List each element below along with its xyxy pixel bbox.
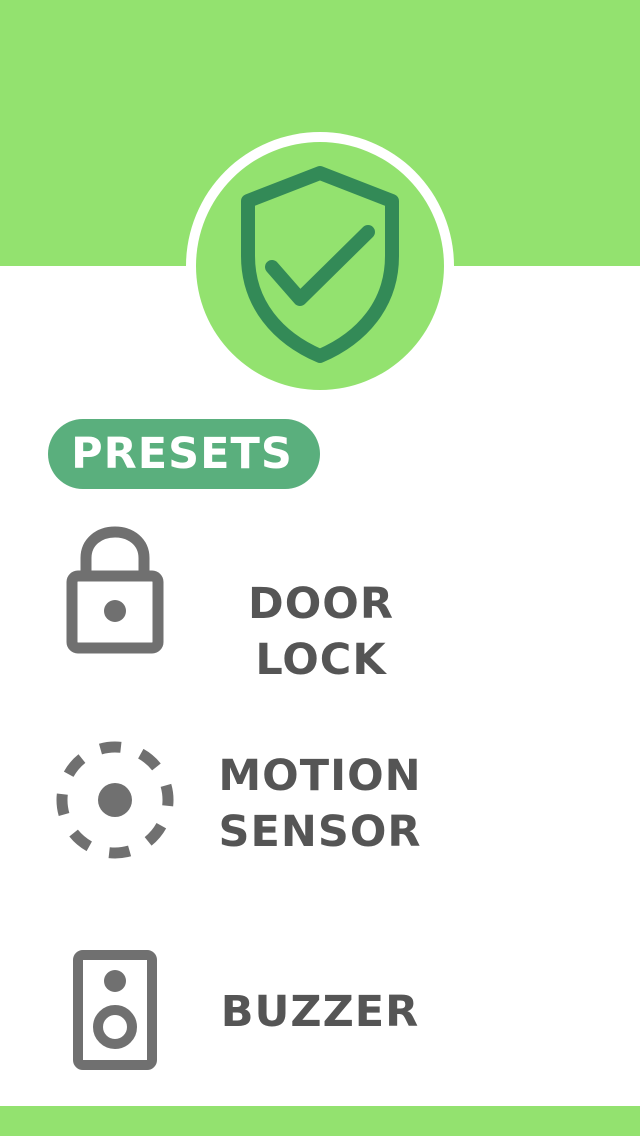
shield-check-icon — [186, 132, 454, 400]
presets-header: PRESETS — [48, 419, 320, 489]
presets-title: PRESETS — [71, 429, 293, 479]
bottom-bar — [0, 1106, 640, 1136]
preset-label-motion-sensor: MOTION SENSOR — [218, 751, 422, 857]
motion-sensor-icon — [53, 738, 177, 866]
preset-label-door-lock: DOOR LOCK — [248, 579, 394, 685]
preset-buzzer[interactable]: BUZZER — [0, 945, 640, 1075]
preset-motion-sensor[interactable]: MOTION SENSOR — [0, 735, 640, 865]
security-badge — [186, 132, 454, 400]
preset-door-lock[interactable]: DOOR LOCK — [0, 520, 640, 685]
preset-label-buzzer: BUZZER — [220, 987, 420, 1037]
speaker-icon — [70, 947, 160, 1075]
lock-icon — [62, 524, 168, 660]
